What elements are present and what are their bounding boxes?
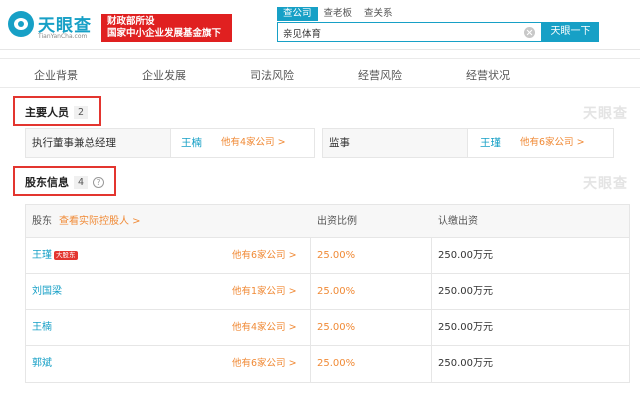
badge-line-1: 财政部所设 [107,16,155,27]
personnel-name[interactable]: 王瑾 [480,129,501,157]
nav-business-risk[interactable]: 经营风险 [358,67,402,83]
shareholder-companies-link[interactable]: 他有1家公司 > [232,274,297,309]
table-row: 刘国梁 他有1家公司 > 25.00% 250.00万元 [26,274,629,310]
shareholder-name[interactable]: 王楠 [32,310,52,345]
shareholders-title: 股东信息 [25,176,69,189]
watermark-logo: 天眼查 [583,176,628,192]
watermark-logo: 天眼查 [583,106,628,122]
help-icon[interactable]: ? [93,176,105,188]
badge-line-2: 国家中小企业发展基金旗下 [107,28,222,39]
search-type-tabs: 查公司 查老板 查关系 [277,7,399,21]
shareholders-count: 4 [74,175,89,189]
key-personnel-heading: 主要人员 2 [25,104,89,120]
shareholder-table: 股东 查看实际控股人 > 出资比例 认缴出资 王瑾 大股东 他有6家公司 > 25… [25,204,630,383]
personnel-card: 监事 王瑾 他有6家公司 > [322,128,614,158]
shareholder-name[interactable]: 王瑾 大股东 [32,238,78,273]
shareholder-amount: 250.00万元 [438,322,493,333]
shareholder-name-text[interactable]: 王瑾 [32,250,52,261]
shareholder-ratio: 25.00% [317,250,356,261]
column-header-ratio: 出资比例 [317,216,357,227]
search-box [277,22,542,42]
nav-enterprise-development[interactable]: 企业发展 [142,67,186,83]
major-shareholder-tag: 大股东 [54,251,78,260]
search-input[interactable] [283,25,513,40]
table-header: 股东 查看实际控股人 > 出资比例 认缴出资 [26,205,629,238]
shareholders-heading: 股东信息 4 ? [25,174,105,190]
shareholder-ratio: 25.00% [317,358,356,369]
shareholder-name[interactable]: 刘国梁 [32,274,62,309]
personnel-card: 执行董事兼总经理 王楠 他有4家公司 > [25,128,315,158]
nav-business-status[interactable]: 经营状况 [466,67,510,83]
shareholder-ratio: 25.00% [317,322,356,333]
personnel-companies-link[interactable]: 他有6家公司 > [520,129,585,157]
section-nav: 企业背景 企业发展 司法风险 经营风险 经营状况 [0,58,640,88]
personnel-role: 执行董事兼总经理 [26,129,171,157]
tab-search-company[interactable]: 查公司 [277,7,318,21]
table-row: 王楠 他有4家公司 > 25.00% 250.00万元 [26,310,629,346]
clear-search-icon[interactable] [524,27,535,38]
column-header-amount: 认缴出资 [438,216,478,227]
eye-logo-icon [8,11,34,37]
table-row: 郭斌 他有6家公司 > 25.00% 250.00万元 [26,346,629,382]
shareholder-amount: 250.00万元 [438,286,493,297]
shareholder-companies-link[interactable]: 他有4家公司 > [232,310,297,345]
table-row: 王瑾 大股东 他有6家公司 > 25.00% 250.00万元 [26,238,629,274]
shareholder-name[interactable]: 郭斌 [32,346,52,381]
nav-enterprise-background[interactable]: 企业背景 [34,67,78,83]
shareholder-amount: 250.00万元 [438,358,493,369]
top-header: 天眼查 TianYanCha.com 财政部所设 国家中小企业发展基金旗下 查公… [0,0,640,50]
nav-legal-risk[interactable]: 司法风险 [250,67,294,83]
key-personnel-title: 主要人员 [25,106,69,119]
view-controller-link[interactable]: 查看实际控股人 > [59,205,141,238]
site-logo[interactable]: 天眼查 TianYanCha.com [8,9,98,43]
shareholder-companies-link[interactable]: 他有6家公司 > [232,346,297,381]
shareholder-amount: 250.00万元 [438,250,493,261]
shareholder-companies-link[interactable]: 他有6家公司 > [232,238,297,273]
column-header-holder: 股东 [32,216,52,227]
key-personnel-count: 2 [74,105,89,119]
shareholder-ratio: 25.00% [317,286,356,297]
personnel-name[interactable]: 王楠 [181,129,202,157]
tab-search-relation[interactable]: 查关系 [358,7,399,21]
government-badge: 财政部所设 国家中小企业发展基金旗下 [101,14,232,42]
personnel-companies-link[interactable]: 他有4家公司 > [221,129,286,157]
tab-search-boss[interactable]: 查老板 [318,7,359,21]
personnel-role: 监事 [323,129,468,157]
search-button[interactable]: 天眼一下 [542,22,599,42]
logo-domain: TianYanCha.com [38,33,88,40]
